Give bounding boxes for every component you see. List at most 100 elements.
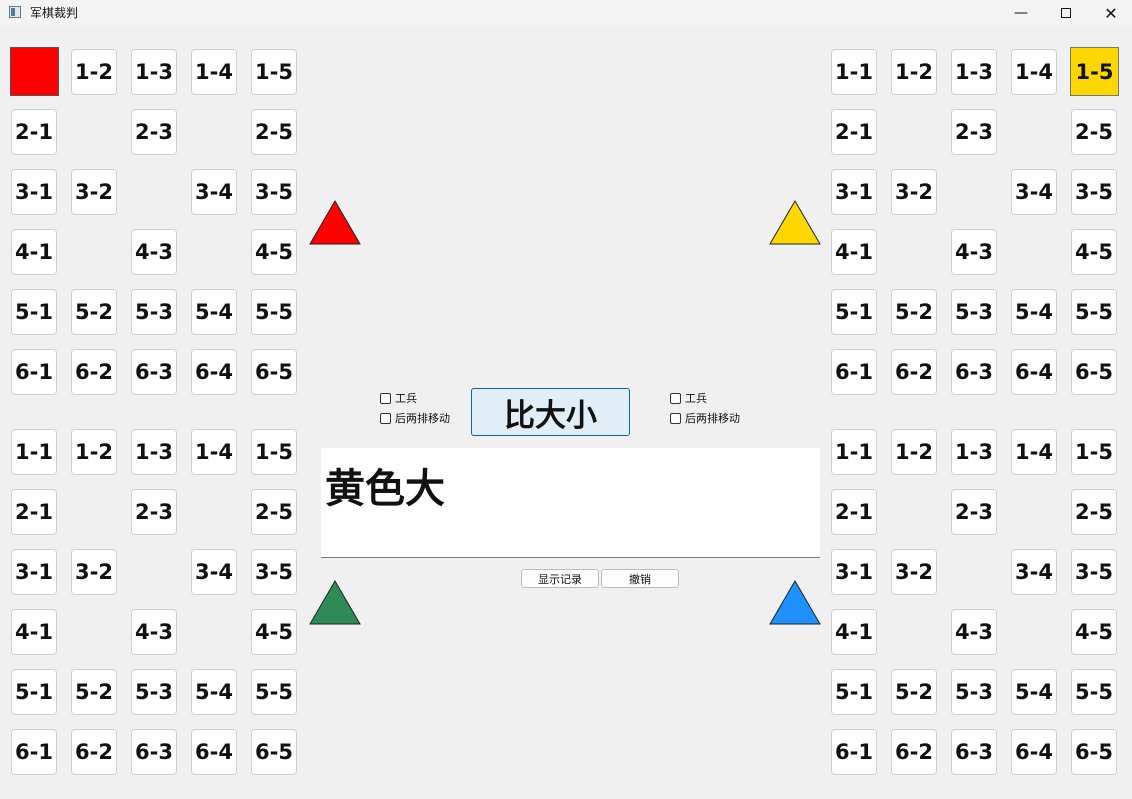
top-left-cell[interactable]: 5-2 (71, 289, 117, 335)
bottom-left-cell[interactable]: 1-5 (251, 429, 297, 475)
bottom-left-cell[interactable]: 3-4 (191, 549, 237, 595)
top-left-cell[interactable]: 6-3 (131, 349, 177, 395)
bottom-left-cell[interactable]: 5-1 (11, 669, 57, 715)
top-right-cell[interactable]: 6-4 (1011, 349, 1057, 395)
top-left-cell[interactable]: 1-2 (71, 49, 117, 95)
top-right-cell[interactable]: 6-1 (831, 349, 877, 395)
top-right-cell[interactable]: 6-3 (951, 349, 997, 395)
top-left-cell[interactable]: 6-4 (191, 349, 237, 395)
bottom-right-cell[interactable]: 6-2 (891, 729, 937, 775)
checkbox-icon[interactable] (670, 392, 681, 404)
bottom-right-cell[interactable]: 1-4 (1011, 429, 1057, 475)
top-right-cell[interactable]: 6-5 (1071, 349, 1117, 395)
left-back-rows-checkbox[interactable]: 后两排移动 (380, 410, 450, 426)
top-right-cell[interactable]: 1-1 (831, 49, 877, 95)
top-right-cell[interactable]: 5-5 (1071, 289, 1117, 335)
top-left-cell[interactable]: 3-2 (71, 169, 117, 215)
bottom-right-cell[interactable]: 4-3 (951, 609, 997, 655)
bottom-left-cell[interactable]: 1-2 (71, 429, 117, 475)
checkbox-icon[interactable] (380, 392, 391, 404)
top-right-cell[interactable]: 2-1 (831, 109, 877, 155)
bottom-left-cell[interactable]: 2-5 (251, 489, 297, 535)
top-right-cell[interactable]: 2-3 (951, 109, 997, 155)
checkbox-icon[interactable] (380, 412, 391, 424)
top-left-cell[interactable]: 4-1 (11, 229, 57, 275)
top-left-cell[interactable]: 5-1 (11, 289, 57, 335)
bottom-right-cell[interactable]: 3-4 (1011, 549, 1057, 595)
bottom-left-cell[interactable]: 2-3 (131, 489, 177, 535)
top-left-cell[interactable] (10, 47, 59, 96)
top-left-cell[interactable]: 1-3 (131, 49, 177, 95)
top-right-cell[interactable]: 3-4 (1011, 169, 1057, 215)
top-right-cell[interactable]: 4-1 (831, 229, 877, 275)
bottom-right-cell[interactable]: 2-1 (831, 489, 877, 535)
bottom-left-cell[interactable]: 5-5 (251, 669, 297, 715)
bottom-left-cell[interactable]: 2-1 (11, 489, 57, 535)
bottom-left-cell[interactable]: 6-1 (11, 729, 57, 775)
top-left-cell[interactable]: 1-4 (191, 49, 237, 95)
bottom-right-cell[interactable]: 1-2 (891, 429, 937, 475)
bottom-right-cell[interactable]: 3-1 (831, 549, 877, 595)
bottom-right-cell[interactable]: 5-3 (951, 669, 997, 715)
undo-button[interactable]: 撤销 (601, 569, 679, 588)
top-right-cell[interactable]: 1-3 (951, 49, 997, 95)
bottom-right-cell[interactable]: 6-5 (1071, 729, 1117, 775)
bottom-left-cell[interactable]: 5-4 (191, 669, 237, 715)
top-left-cell[interactable]: 6-1 (11, 349, 57, 395)
top-left-cell[interactable]: 3-1 (11, 169, 57, 215)
bottom-left-cell[interactable]: 1-1 (11, 429, 57, 475)
bottom-left-cell[interactable]: 6-5 (251, 729, 297, 775)
bottom-right-cell[interactable]: 5-1 (831, 669, 877, 715)
top-left-cell[interactable]: 5-5 (251, 289, 297, 335)
bottom-right-cell[interactable]: 3-5 (1071, 549, 1117, 595)
top-right-cell[interactable]: 4-5 (1071, 229, 1117, 275)
top-right-cell[interactable]: 1-2 (891, 49, 937, 95)
bottom-right-cell[interactable]: 6-1 (831, 729, 877, 775)
bottom-right-cell[interactable]: 2-5 (1071, 489, 1117, 535)
maximize-button[interactable] (1043, 0, 1089, 26)
close-button[interactable]: ✕ (1088, 0, 1132, 26)
bottom-left-cell[interactable]: 3-5 (251, 549, 297, 595)
top-left-cell[interactable]: 2-3 (131, 109, 177, 155)
show-record-button[interactable]: 显示记录 (521, 569, 599, 588)
top-left-cell[interactable]: 6-2 (71, 349, 117, 395)
right-engineer-checkbox[interactable]: 工兵 (670, 390, 707, 406)
top-right-cell[interactable]: 5-3 (951, 289, 997, 335)
bottom-left-cell[interactable]: 1-3 (131, 429, 177, 475)
top-left-cell[interactable]: 3-4 (191, 169, 237, 215)
top-left-cell[interactable]: 1-5 (251, 49, 297, 95)
bottom-left-cell[interactable]: 5-2 (71, 669, 117, 715)
top-left-cell[interactable]: 4-3 (131, 229, 177, 275)
top-left-cell[interactable]: 5-3 (131, 289, 177, 335)
bottom-left-cell[interactable]: 6-3 (131, 729, 177, 775)
bottom-right-cell[interactable]: 5-5 (1071, 669, 1117, 715)
bottom-right-cell[interactable]: 1-3 (951, 429, 997, 475)
right-back-rows-checkbox[interactable]: 后两排移动 (670, 410, 740, 426)
bottom-left-cell[interactable]: 6-2 (71, 729, 117, 775)
top-right-cell[interactable]: 5-2 (891, 289, 937, 335)
top-right-cell[interactable]: 1-4 (1011, 49, 1057, 95)
bottom-left-cell[interactable]: 4-1 (11, 609, 57, 655)
top-right-cell[interactable]: 6-2 (891, 349, 937, 395)
top-right-cell[interactable]: 3-2 (891, 169, 937, 215)
bottom-left-cell[interactable]: 1-4 (191, 429, 237, 475)
compare-button[interactable]: 比大小 (471, 388, 630, 436)
top-left-cell[interactable]: 6-5 (251, 349, 297, 395)
bottom-right-cell[interactable]: 3-2 (891, 549, 937, 595)
bottom-right-cell[interactable]: 5-4 (1011, 669, 1057, 715)
checkbox-icon[interactable] (670, 412, 681, 424)
bottom-right-cell[interactable]: 6-3 (951, 729, 997, 775)
bottom-left-cell[interactable]: 5-3 (131, 669, 177, 715)
bottom-left-cell[interactable]: 4-3 (131, 609, 177, 655)
bottom-left-cell[interactable]: 4-5 (251, 609, 297, 655)
top-left-cell[interactable]: 2-5 (251, 109, 297, 155)
top-right-cell[interactable]: 2-5 (1071, 109, 1117, 155)
bottom-right-cell[interactable]: 2-3 (951, 489, 997, 535)
bottom-left-cell[interactable]: 3-2 (71, 549, 117, 595)
bottom-right-cell[interactable]: 4-1 (831, 609, 877, 655)
top-right-cell[interactable]: 3-5 (1071, 169, 1117, 215)
left-engineer-checkbox[interactable]: 工兵 (380, 390, 417, 406)
minimize-button[interactable]: — (998, 0, 1044, 26)
bottom-right-cell[interactable]: 1-1 (831, 429, 877, 475)
top-right-cell[interactable]: 5-1 (831, 289, 877, 335)
